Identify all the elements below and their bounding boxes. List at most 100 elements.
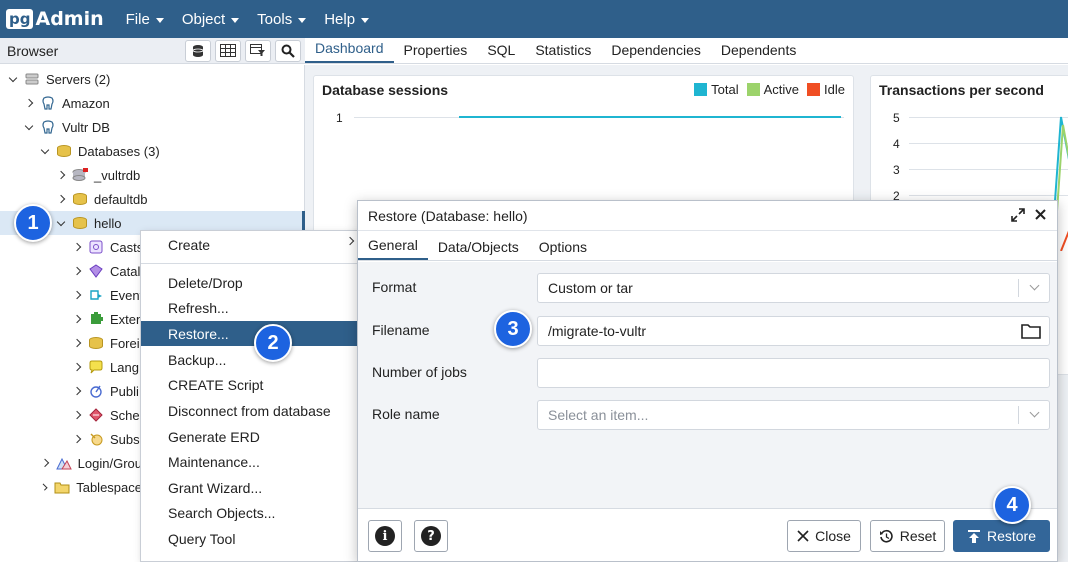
chevron-down-icon	[1029, 280, 1040, 291]
menu-item-grant-wizard[interactable]: Grant Wizard...	[141, 475, 363, 500]
tab-dashboard[interactable]: Dashboard	[305, 40, 394, 63]
menu-item-label: Create	[168, 236, 211, 253]
chevron-right-icon	[72, 386, 82, 396]
tree-item-vultrdb[interactable]: _vultrdb	[56, 163, 298, 187]
menu-tools[interactable]: Tools	[257, 11, 307, 28]
dialog-close-button[interactable]	[1034, 208, 1047, 224]
filename-input[interactable]: /migrate-to-vultr	[537, 316, 1050, 346]
tree-item-label: hello	[94, 215, 122, 231]
menu-item-refresh[interactable]: Refresh...	[141, 295, 363, 320]
menu-object-label: Object	[181, 10, 226, 28]
info-button[interactable]: i	[368, 520, 402, 552]
browser-header: Browser	[0, 38, 305, 64]
tree-item-vultr-db[interactable]: Vultr DB	[24, 115, 296, 139]
tree-item-languages[interactable]: Lang	[72, 355, 144, 379]
tree-item-foreign-data-wrappers[interactable]: Forei	[72, 331, 144, 355]
tree-item-label: Servers (2)	[46, 71, 111, 87]
dialog-header: Restore (Database: hello)	[358, 201, 1057, 231]
filename-value: /migrate-to-vultr	[548, 323, 647, 339]
menu-item-create[interactable]: Create	[141, 232, 363, 257]
query-tool-button[interactable]	[185, 39, 211, 62]
tree-item-schemas[interactable]: Sche	[72, 403, 144, 427]
reset-button[interactable]: Reset	[870, 520, 945, 552]
tablespaces-icon	[54, 480, 70, 494]
tree-item-publications[interactable]: Publi	[72, 379, 144, 403]
chevron-right-icon	[72, 266, 82, 276]
databases-icon	[56, 144, 72, 158]
restore-button[interactable]: Restore	[953, 520, 1050, 552]
menu-item-generate-erd[interactable]: Generate ERD	[141, 424, 363, 449]
menu-item-disconnect[interactable]: Disconnect from database	[141, 398, 363, 423]
menu-item-restore[interactable]: Restore...	[141, 321, 363, 346]
menu-item-create-script[interactable]: CREATE Script	[141, 372, 363, 397]
chevron-right-icon	[56, 170, 66, 180]
tree-item-amazon[interactable]: Amazon	[24, 91, 296, 115]
menu-item-backup[interactable]: Backup...	[141, 347, 363, 372]
extensions-icon	[88, 312, 104, 326]
publications-icon	[88, 384, 104, 398]
roles-icon	[55, 456, 72, 470]
restore-dialog: Restore (Database: hello) General Data/O…	[357, 200, 1058, 562]
close-button[interactable]: Close	[787, 520, 861, 552]
maximize-button[interactable]	[1011, 208, 1025, 225]
tab-options[interactable]: Options	[529, 239, 597, 260]
y-tick-label: 4	[893, 137, 900, 151]
tree-item-label: Tablespace	[76, 479, 142, 495]
menu-item-delete-drop[interactable]: Delete/Drop	[141, 270, 363, 295]
tab-statistics[interactable]: Statistics	[525, 42, 601, 63]
step-callout-2: 2	[254, 324, 292, 362]
view-data-button[interactable]	[215, 39, 241, 62]
tree-item-servers[interactable]: Servers (2)	[8, 67, 300, 91]
search-button[interactable]	[275, 39, 301, 62]
postgres-elephant-icon	[40, 120, 56, 134]
format-select[interactable]: Custom or tar	[537, 273, 1050, 303]
legend-total: Total	[711, 82, 739, 97]
postgres-elephant-icon	[40, 96, 56, 110]
dialog-body: Format Custom or tar Filename /migrate-t…	[358, 262, 1057, 508]
jobs-input[interactable]	[537, 358, 1050, 388]
tree-item-defaultdb[interactable]: defaultdb	[56, 187, 298, 211]
format-value: Custom or tar	[548, 280, 633, 296]
tree-item-casts[interactable]: Casts	[72, 235, 144, 259]
y-tick-label: 1	[336, 111, 343, 125]
tree-item-event-triggers[interactable]: Event	[72, 283, 144, 307]
help-button[interactable]: ?	[414, 520, 448, 552]
gridline	[909, 195, 1068, 196]
role-select[interactable]: Select an item...	[537, 400, 1050, 430]
menu-object[interactable]: Object	[181, 10, 240, 28]
chevron-right-icon	[72, 242, 82, 252]
logo-prefix: pg	[6, 9, 34, 29]
menu-item-search-objects[interactable]: Search Objects...	[141, 500, 363, 525]
chevron-right-icon	[56, 194, 66, 204]
tab-properties[interactable]: Properties	[394, 42, 478, 63]
format-label: Format	[372, 279, 417, 295]
gridline	[909, 169, 1068, 170]
tree-item-databases[interactable]: Databases (3)	[40, 139, 297, 163]
jobs-label: Number of jobs	[372, 364, 467, 380]
chevron-right-icon	[72, 410, 82, 420]
menu-item-query-tool[interactable]: Query Tool	[141, 526, 363, 551]
tab-dependencies[interactable]: Dependencies	[601, 42, 711, 63]
tab-sql[interactable]: SQL	[477, 42, 525, 63]
tab-general[interactable]: General	[358, 237, 428, 260]
legend-idle: Idle	[824, 82, 845, 97]
chevron-right-icon	[72, 338, 82, 348]
tree-item-extensions[interactable]: Exten	[72, 307, 144, 331]
menu-item-maintenance[interactable]: Maintenance...	[141, 449, 363, 474]
tree-item-catalogs[interactable]: Catal	[72, 259, 144, 283]
filter-rows-button[interactable]	[245, 39, 271, 62]
top-menu-bar: pg Admin File Object Tools Help	[0, 0, 1068, 38]
tree-item-label: Amazon	[62, 95, 110, 111]
tree-item-tablespaces[interactable]: Tablespace	[40, 475, 142, 499]
browse-file-button[interactable]	[1021, 323, 1041, 342]
menu-help[interactable]: Help	[324, 11, 370, 28]
chevron-right-icon	[72, 434, 82, 444]
tab-dependents[interactable]: Dependents	[711, 42, 807, 63]
tab-data-objects[interactable]: Data/Objects	[428, 239, 529, 260]
menu-file[interactable]: File	[126, 11, 164, 28]
tree-item-login-group-roles[interactable]: Login/Grou	[40, 451, 142, 475]
foreign-data-wrapper-icon	[88, 336, 104, 350]
tree-item-subscriptions[interactable]: Subs	[72, 427, 144, 451]
servers-icon	[24, 72, 40, 86]
catalogs-icon	[88, 264, 104, 278]
